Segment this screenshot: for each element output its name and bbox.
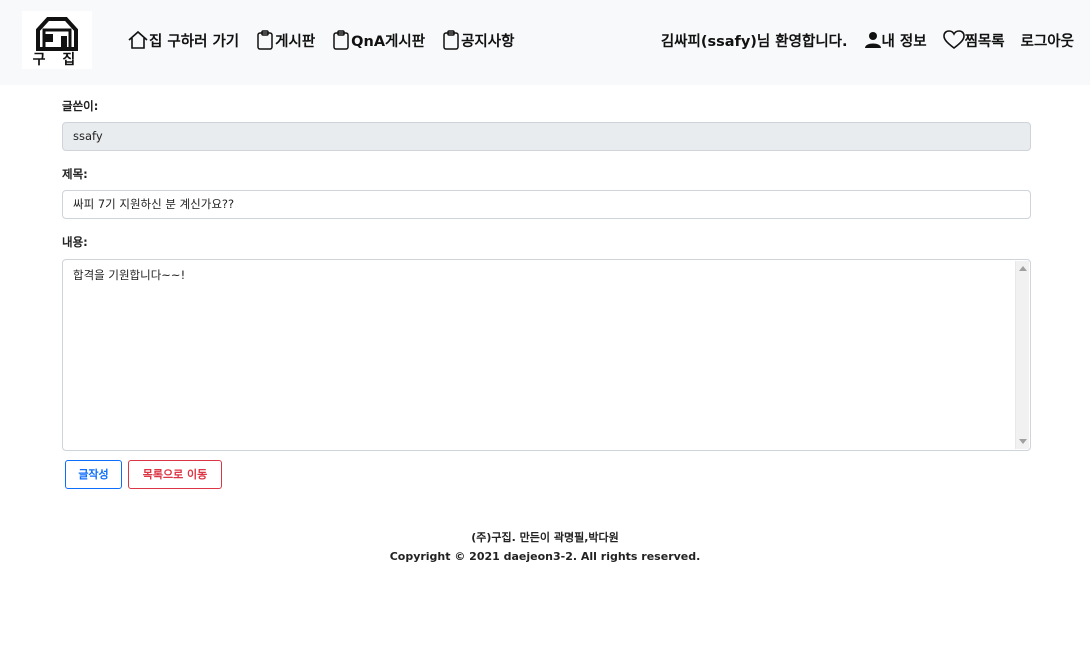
- footer: (주)구집. 만든이 곽명필,박다원 Copyright © 2021 daej…: [0, 528, 1090, 566]
- house-icon: [128, 30, 148, 49]
- nav-board-label: 게시판: [275, 33, 316, 50]
- welcome-message: 김싸피(ssafy)님 환영합니다.: [660, 33, 848, 50]
- content-label: 내용:: [62, 235, 88, 249]
- clipboard-icon: [333, 30, 349, 50]
- nav-my-info-label: 내 정보: [881, 33, 927, 50]
- navbar: 구 집 집 구하러 가기 게시판 QnA게시판 공지사항 김싸피(ssafy)님…: [0, 0, 1090, 85]
- nav-logout-label: 로그아웃: [1020, 33, 1074, 50]
- person-icon: [864, 32, 881, 48]
- nav-wishlist[interactable]: 찜목록: [942, 30, 1005, 51]
- nav-find-house[interactable]: 집 구하러 가기: [127, 30, 239, 51]
- nav-find-house-label: 집 구하러 가기: [149, 33, 240, 50]
- nav-qna-board[interactable]: QnA게시판: [331, 30, 425, 51]
- nav-qna-label: QnA게시판: [351, 33, 426, 50]
- clipboard-icon: [257, 30, 273, 50]
- nav-wishlist-label: 찜목록: [964, 33, 1005, 50]
- form-buttons: 글작성 목록으로 이동: [65, 460, 222, 489]
- nav-logout[interactable]: 로그아웃: [1021, 30, 1074, 51]
- write-button[interactable]: 글작성: [65, 460, 122, 489]
- logo[interactable]: 구 집: [22, 11, 92, 69]
- title-input[interactable]: 싸피 7기 지원하신 분 계신가요??: [62, 190, 1031, 219]
- home-logo-icon: [36, 17, 78, 51]
- nav-notice[interactable]: 공지사항: [441, 30, 514, 51]
- author-field: ssafy: [62, 122, 1031, 151]
- author-label: 글쓴이:: [62, 99, 99, 113]
- content-textarea[interactable]: 합격을 기원합니다~~!: [62, 259, 1031, 451]
- scroll-down-arrow-icon[interactable]: [1019, 439, 1027, 444]
- textarea-scrollbar[interactable]: [1015, 261, 1029, 449]
- clipboard-icon: [443, 30, 459, 50]
- nav-notice-label: 공지사항: [461, 33, 515, 50]
- title-label: 제목:: [62, 167, 88, 181]
- logo-text: 구 집: [32, 52, 82, 68]
- main-nav: 집 구하러 가기 게시판 QnA게시판 공지사항: [127, 28, 530, 52]
- scroll-up-arrow-icon[interactable]: [1019, 266, 1027, 271]
- user-nav: 김싸피(ssafy)님 환영합니다. 내 정보 찜목록 로그아웃: [661, 28, 1074, 52]
- write-form: 글쓴이: ssafy 제목: 싸피 7기 지원하신 분 계신가요?? 내용: 합…: [62, 96, 1031, 451]
- to-list-button[interactable]: 목록으로 이동: [128, 460, 222, 489]
- nav-board[interactable]: 게시판: [255, 30, 315, 51]
- footer-company: (주)구집. 만든이 곽명필,박다원: [471, 531, 619, 544]
- content-text: 합격을 기원합니다~~!: [73, 268, 186, 282]
- nav-my-info[interactable]: 내 정보: [864, 30, 927, 51]
- heart-icon: [942, 30, 965, 50]
- footer-copyright: Copyright © 2021 daejeon3-2. All rights …: [389, 550, 701, 563]
